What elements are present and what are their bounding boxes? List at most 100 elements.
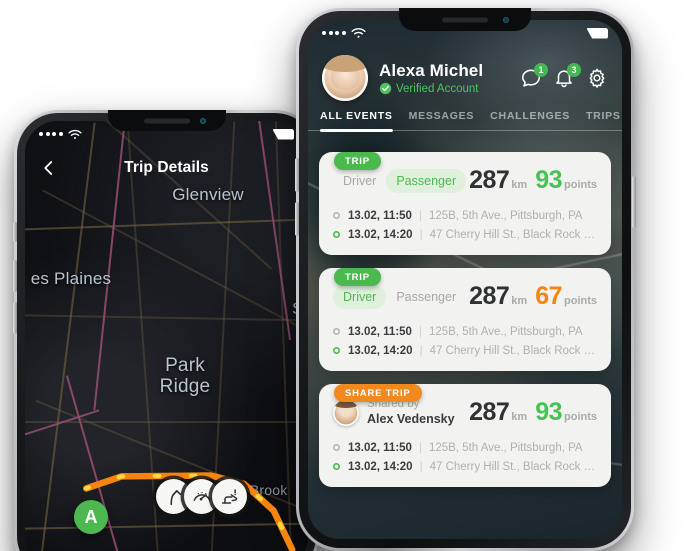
trip-legs: 13.02, 11:50 | 125B, 5th Ave., Pittsburg… <box>333 322 597 360</box>
trip-points-unit: points <box>564 295 597 307</box>
signal-dots-icon <box>322 31 346 35</box>
notifications-button[interactable]: 3 <box>553 63 581 89</box>
tab-messages[interactable]: MESSAGES <box>409 110 475 130</box>
messages-badge: 1 <box>534 63 548 77</box>
tab-all-events[interactable]: ALL EVENTS <box>320 110 393 132</box>
leg-separator: | <box>418 325 422 338</box>
wifi-icon <box>67 129 82 139</box>
settings-button[interactable] <box>586 67 608 89</box>
chevron-left-icon[interactable] <box>40 159 58 177</box>
trip-distance: 287 <box>469 166 510 194</box>
trip-distance-unit: km <box>511 411 528 423</box>
phone-side-button-power[interactable] <box>631 176 636 228</box>
leg-address: 125B, 5th Ave., Pittsburgh, PA <box>428 209 583 222</box>
end-point-icon <box>333 231 340 238</box>
trip-legs: 13.02, 11:50 | 125B, 5th Ave., Pittsburg… <box>333 206 597 244</box>
role-driver[interactable]: Driver <box>333 284 387 309</box>
trip-leg-end: 13.02, 14:20 | 47 Cherry Hill St., Black… <box>333 225 597 244</box>
end-point-icon <box>333 463 340 470</box>
route-start-marker-a[interactable]: A <box>74 500 108 534</box>
avatar[interactable] <box>322 55 368 101</box>
leg-time: 13.02, 14:20 <box>348 460 413 473</box>
feed-tabs: ALL EVENTS MESSAGES CHALLENGES TRIPS <box>308 110 622 132</box>
tab-trips[interactable]: TRIPS <box>586 110 621 130</box>
trip-stats: 287 km 93 points <box>469 166 597 195</box>
role-toggle-group: Driver Passenger <box>333 168 467 193</box>
leg-address: 47 Cherry Hill St., Black Rock City, PA <box>429 460 597 473</box>
leg-time: 13.02, 14:20 <box>348 228 413 241</box>
leg-address: 125B, 5th Ave., Pittsburgh, PA <box>428 441 583 454</box>
shared-by-block: Shared by Alex Vedensky <box>333 398 455 426</box>
harsh-braking-icon[interactable] <box>212 479 247 514</box>
events-feed[interactable]: TRIP Driver Passenger 287 km 93 points 1… <box>308 142 622 539</box>
profile-name: Alexa Michel <box>379 60 484 80</box>
screenshot-stage: Glenview es Plaines Sko Park Ridge dy Br… <box>0 0 686 551</box>
signal-dots-icon <box>39 132 63 136</box>
trip-map[interactable]: Glenview es Plaines Sko Park Ridge dy Br… <box>25 121 308 551</box>
notch-speaker <box>442 17 488 22</box>
phone-side-button-volume-down[interactable] <box>12 302 17 334</box>
messages-button[interactable]: 1 <box>520 63 548 89</box>
status-badge: TRIP <box>334 268 381 286</box>
start-point-icon <box>333 212 340 219</box>
left-phone-mockup: Glenview es Plaines Sko Park Ridge dy Br… <box>12 110 319 551</box>
trip-leg-end: 13.02, 14:20 | 47 Cherry Hill St., Black… <box>333 457 597 476</box>
trip-points-unit: points <box>564 179 597 191</box>
notifications-badge: 3 <box>567 63 581 77</box>
status-badge: SHARE TRIP <box>334 384 422 402</box>
profile-header: Alexa Michel Verified Account 1 3 <box>308 52 622 104</box>
phone-notch <box>399 8 531 31</box>
trip-stats: 287 km 67 points <box>469 282 597 311</box>
trip-leg-start: 13.02, 11:50 | 125B, 5th Ave., Pittsburg… <box>333 322 597 341</box>
shared-by-name: Alex Vedensky <box>367 411 455 426</box>
battery-icon <box>272 128 294 140</box>
role-passenger[interactable]: Passenger <box>386 168 467 193</box>
status-badge: TRIP <box>334 152 381 170</box>
trip-legs: 13.02, 11:50 | 125B, 5th Ave., Pittsburg… <box>333 438 597 476</box>
start-point-icon <box>333 444 340 451</box>
trip-details-header: Trip Details <box>25 147 308 189</box>
trip-distance: 287 <box>469 282 510 310</box>
leg-address: 47 Cherry Hill St., Black Rock City, PA <box>429 344 597 357</box>
leg-separator: | <box>418 209 422 222</box>
wifi-icon <box>350 28 366 38</box>
phone-side-button-mute[interactable] <box>12 222 17 242</box>
tab-challenges[interactable]: CHALLENGES <box>490 110 570 130</box>
leg-separator: | <box>418 441 422 454</box>
verified-account-badge: Verified Account <box>379 82 483 95</box>
notch-camera <box>503 16 509 23</box>
page-title: Trip Details <box>124 159 209 176</box>
trip-leg-start: 13.02, 11:50 | 125B, 5th Ave., Pittsburg… <box>333 206 597 225</box>
gear-icon <box>589 68 605 88</box>
role-passenger[interactable]: Passenger <box>386 285 466 309</box>
route-event-markers <box>156 479 247 514</box>
marker-label: A <box>84 506 98 527</box>
right-phone-mockup: Alexa Michel Verified Account 1 3 ALL EV… <box>294 8 636 551</box>
end-point-icon <box>333 347 340 354</box>
left-phone-screen: Glenview es Plaines Sko Park Ridge dy Br… <box>25 121 308 551</box>
notch-camera <box>199 117 206 124</box>
avatar[interactable] <box>333 399 359 426</box>
header-actions: 1 3 <box>520 63 608 89</box>
leg-time: 13.02, 11:50 <box>348 325 412 338</box>
leg-time: 13.02, 11:50 <box>348 441 412 454</box>
list-item: TRIP Driver Passenger 287 km 67 points 1… <box>319 268 611 371</box>
list-item: TRIP Driver Passenger 287 km 93 points 1… <box>319 152 611 255</box>
verified-check-icon <box>379 83 392 95</box>
phone-side-button-volume-up[interactable] <box>12 260 17 292</box>
trip-points: 93 <box>535 166 562 194</box>
battery-icon <box>586 27 608 39</box>
trip-distance-unit: km <box>511 179 528 191</box>
leg-separator: | <box>419 228 423 241</box>
right-phone-screen: Alexa Michel Verified Account 1 3 ALL EV… <box>308 20 622 539</box>
leg-separator: | <box>419 344 423 357</box>
role-driver[interactable]: Driver <box>333 169 386 193</box>
leg-separator: | <box>419 460 423 473</box>
phone-notch <box>107 110 226 131</box>
trip-points: 67 <box>535 282 562 310</box>
verified-account-label: Verified Account <box>396 82 479 95</box>
trip-points: 93 <box>535 398 562 426</box>
start-point-icon <box>333 328 340 335</box>
notch-speaker <box>143 118 190 123</box>
trip-leg-start: 13.02, 11:50 | 125B, 5th Ave., Pittsburg… <box>333 438 597 457</box>
